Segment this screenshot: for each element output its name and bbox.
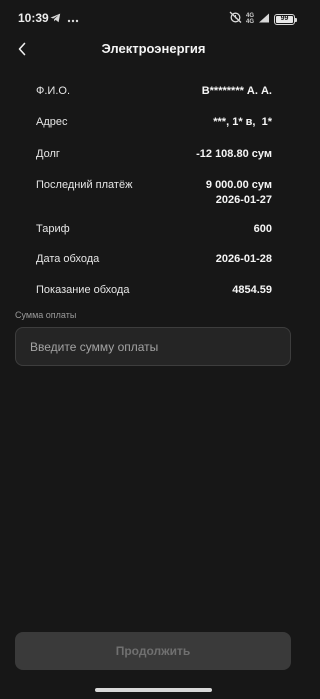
detail-label-debt: Долг bbox=[36, 148, 60, 160]
detail-label-address: Адрес bbox=[36, 116, 68, 128]
detail-label-name: Ф.И.О. bbox=[36, 85, 70, 97]
detail-value-meter-reading: 4854.59 bbox=[232, 284, 272, 296]
detail-label-tariff: Тариф bbox=[36, 223, 70, 235]
telegram-icon bbox=[50, 10, 61, 28]
detail-row-tariff: Тариф 600 bbox=[36, 222, 272, 236]
signal-icon bbox=[258, 10, 270, 28]
detail-value-inspection-date: 2026-01-28 bbox=[215, 253, 272, 265]
detail-row-inspection-date: Дата обхода 2026-01-28 bbox=[36, 252, 272, 266]
detail-row-address: Адрес ***, 1* в, 1* bbox=[36, 115, 272, 129]
battery-icon: 99 bbox=[274, 13, 297, 25]
detail-label-inspection-date: Дата обхода bbox=[36, 253, 100, 265]
detail-row-name: Ф.И.О. B******** А. А. bbox=[36, 84, 272, 98]
payment-amount-label: Сумма оплаты bbox=[15, 310, 77, 320]
home-indicator bbox=[95, 688, 212, 692]
network-type: 4G 4G bbox=[246, 13, 254, 25]
detail-row-meter-reading: Показание обхода 4854.59 bbox=[36, 283, 272, 297]
status-time: 10:39 bbox=[18, 11, 49, 25]
alarm-off-icon bbox=[229, 10, 242, 28]
battery-level: 99 bbox=[280, 15, 289, 22]
detail-value-name: B******** А. А. bbox=[201, 85, 272, 97]
detail-row-last-payment: Последний платёж 9 000.00 сум 2026-01-27 bbox=[36, 178, 272, 208]
detail-row-debt: Долг -12 108.80 сум bbox=[36, 147, 272, 161]
header: Электроэнергия bbox=[0, 34, 307, 64]
detail-label-meter-reading: Показание обхода bbox=[36, 284, 130, 296]
detail-value-last-payment: 9 000.00 сум 2026-01-27 bbox=[205, 179, 272, 206]
detail-value-address: ***, 1* в, 1* bbox=[213, 116, 272, 128]
payment-amount-input[interactable] bbox=[15, 327, 291, 366]
detail-value-debt: -12 108.80 сум bbox=[196, 148, 272, 160]
detail-value-tariff: 600 bbox=[253, 223, 272, 235]
status-bar: 10:39 4G 4G 99 bbox=[0, 0, 307, 34]
more-dots-icon bbox=[67, 10, 79, 28]
detail-label-last-payment: Последний платёж bbox=[36, 179, 133, 191]
network-type-bottom: 4G bbox=[245, 19, 254, 25]
status-right-icons: 4G 4G 99 bbox=[229, 10, 297, 28]
page-title: Электроэнергия bbox=[101, 41, 206, 56]
continue-button[interactable]: Продолжить bbox=[15, 632, 291, 670]
status-left-icons bbox=[50, 10, 79, 28]
